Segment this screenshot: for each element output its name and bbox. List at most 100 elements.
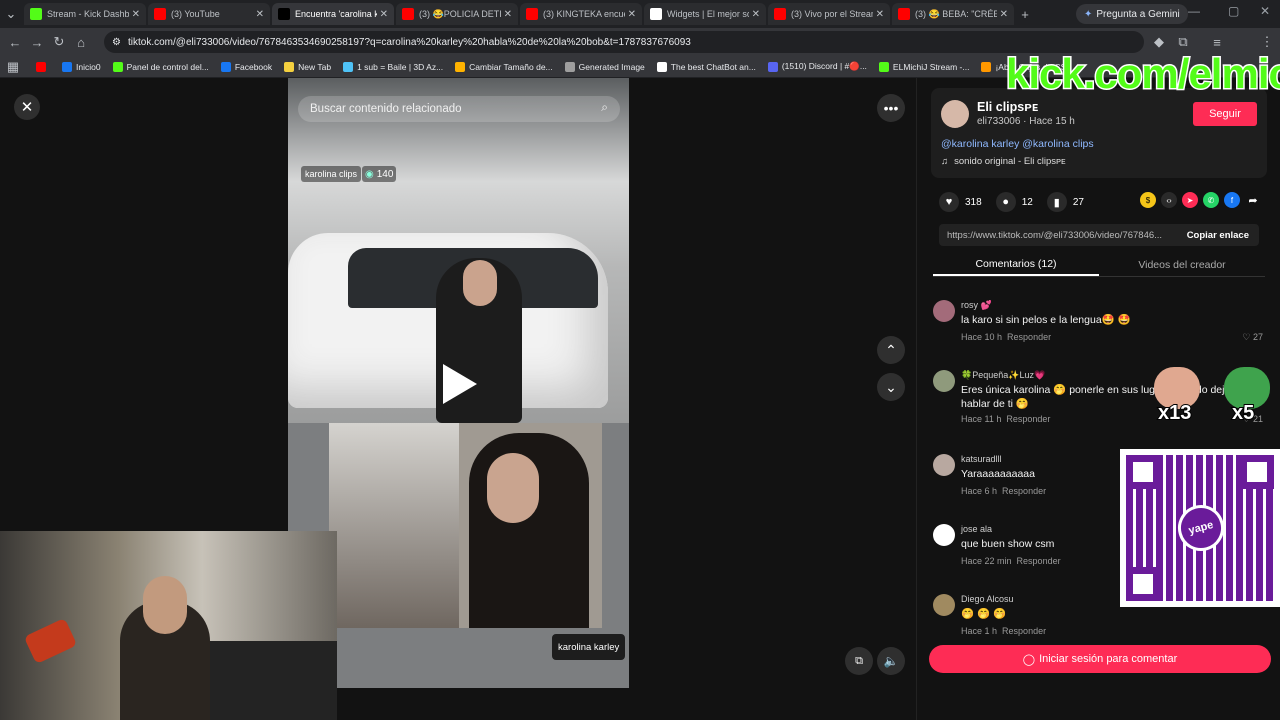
comment-time: Hace 10 h	[961, 332, 1003, 342]
creator-card: Eli clipsᴘᴇ eli733006 · Hace 15 h Seguir…	[931, 88, 1267, 178]
copy-link-button[interactable]: Copiar enlace	[1177, 230, 1259, 241]
bookmark-label: 1 sub = Baile | 3D Az...	[357, 61, 444, 72]
like-button[interactable]: ♥ 318	[939, 192, 982, 212]
bookmark-item[interactable]: Panel de control del...	[112, 61, 209, 72]
minimize-icon[interactable]: —	[1188, 4, 1200, 18]
close-tab-icon[interactable]: ✕	[380, 9, 388, 20]
new-tab-button[interactable]: +	[1014, 3, 1036, 25]
browser-tab[interactable]: (3) 😂 BEBA: "CRÉEME✕	[892, 3, 1014, 25]
video-player[interactable]: Buscar contenido relacionado ⌕ karolina c…	[288, 78, 629, 688]
browser-tab[interactable]: Encuentra 'carolina karley'✕	[272, 3, 394, 25]
browser-tab[interactable]: Stream - Kick Dashboard✕	[24, 3, 146, 25]
pip-button[interactable]: ⧉	[845, 647, 873, 675]
avatar[interactable]	[933, 454, 955, 476]
bookmark-item[interactable]: Generated Image	[564, 61, 645, 72]
login-to-comment-button[interactable]: ◯ Iniciar sesión para comentar	[929, 645, 1271, 673]
avatar[interactable]	[933, 594, 955, 616]
coin-icon[interactable]: $	[1140, 192, 1156, 208]
tag-chip[interactable]: karolina clips	[301, 166, 362, 182]
close-tab-icon[interactable]: ✕	[132, 9, 140, 20]
pip-icon: ⧉	[855, 654, 863, 667]
bookmark-item[interactable]: The best ChatBot an...	[656, 61, 756, 72]
gemini-button[interactable]: ✦ Pregunta a Gemini	[1076, 4, 1188, 24]
browser-tab[interactable]: (3) YouTube ✕	[148, 3, 270, 25]
url-input[interactable]: ⚙ tiktok.com/@eli733006/video/76784635346…	[104, 31, 1144, 53]
close-tab-icon[interactable]: ✕	[752, 9, 760, 20]
follow-button[interactable]: Seguir	[1193, 102, 1257, 126]
close-window-icon[interactable]: ✕	[1260, 4, 1270, 18]
ellipsis-icon: •••	[883, 100, 899, 116]
close-tab-icon[interactable]: ✕	[504, 9, 512, 20]
related-search-input[interactable]: Buscar contenido relacionado ⌕	[298, 96, 620, 122]
avatar[interactable]	[933, 370, 955, 392]
close-tab-icon[interactable]: ✕	[628, 9, 636, 20]
browser-tab[interactable]: (3) Vivo por el Stream ✕	[768, 3, 890, 25]
back-icon[interactable]: ←	[4, 31, 26, 53]
reply-button[interactable]: Responder	[1007, 332, 1051, 342]
share-arrow-icon[interactable]: ➦	[1245, 192, 1261, 208]
creator-handle-time: eli733006 · Hace 15 h	[977, 116, 1075, 127]
bookmark-item[interactable]: New Tab	[284, 61, 331, 72]
comment-text: 🤭 🤭 🤭	[961, 608, 1007, 620]
comment-author[interactable]: Diego Alcosu	[961, 594, 1014, 604]
creator-name[interactable]: Eli clipsᴘᴇ	[977, 100, 1038, 114]
bookmark-favicon-icon	[220, 61, 231, 72]
close-tab-icon[interactable]: ✕	[876, 9, 884, 20]
home-icon[interactable]: ⌂	[70, 31, 92, 53]
bookmark-item[interactable]: 1 sub = Baile | 3D Az...	[343, 61, 443, 72]
apps-grid-icon[interactable]: ▦	[0, 56, 26, 78]
reply-button[interactable]: Responder	[1017, 556, 1061, 566]
avatar[interactable]	[933, 300, 955, 322]
browser-tab[interactable]: (3) 😂POLICIA DETIENE✕	[396, 3, 518, 25]
forward-icon[interactable]: →	[26, 31, 48, 53]
embed-icon[interactable]: ‹›	[1161, 192, 1177, 208]
comment-author[interactable]: 🍀Pequeña✨Luz💗	[961, 370, 1045, 381]
qr-corner-tr	[1240, 455, 1274, 489]
volume-button[interactable]: 🔈	[877, 647, 905, 675]
send-icon[interactable]: ➤	[1182, 192, 1198, 208]
site-info-icon[interactable]: ⚙	[112, 37, 121, 48]
play-icon[interactable]	[443, 364, 477, 404]
close-tab-icon[interactable]: ✕	[1000, 9, 1008, 20]
facebook-icon[interactable]: f	[1224, 192, 1240, 208]
search-icon[interactable]: ⌕	[601, 100, 608, 115]
comment-author[interactable]: jose ala	[961, 524, 992, 534]
tab-comments[interactable]: Comentarios (12)	[933, 253, 1099, 276]
bookmark-item[interactable]	[36, 61, 50, 72]
comment-like-button[interactable]: ♡ 27	[1242, 332, 1263, 343]
close-video-button[interactable]: ✕	[14, 94, 40, 120]
music-note-icon: ♫	[941, 156, 949, 167]
tab-search-icon[interactable]: ⌄	[0, 3, 22, 25]
browser-tab[interactable]: (3) KINGTEKA encuentra✕	[520, 3, 642, 25]
maximize-icon[interactable]: ▢	[1228, 4, 1239, 18]
reply-button[interactable]: Responder	[1002, 486, 1046, 496]
share-link-text[interactable]: https://www.tiktok.com/@eli733006/video/…	[939, 230, 1177, 241]
next-video-button[interactable]: ⌄	[877, 373, 905, 401]
avatar[interactable]	[941, 100, 969, 128]
sound-link[interactable]: ♫ sonido original - Eli clipsᴘᴇ	[941, 156, 1066, 167]
avatar[interactable]	[933, 524, 955, 546]
whatsapp-icon[interactable]: ✆	[1203, 192, 1219, 208]
url-text: tiktok.com/@eli733006/video/767846353469…	[128, 36, 691, 48]
mentions-link[interactable]: @karolina karley @karolina clips	[941, 138, 1094, 150]
browser-tab[interactable]: Widgets | El mejor sonido✕	[644, 3, 766, 25]
previous-video-button[interactable]: ⌃	[877, 336, 905, 364]
comment-author[interactable]: rosy 💕	[961, 300, 992, 311]
reload-icon[interactable]: ↻	[48, 31, 70, 53]
bookmark-item[interactable]: Facebook	[220, 61, 272, 72]
bookmark-item[interactable]: Inicio0	[62, 61, 101, 72]
bookmark-item[interactable]: (1510) Discord | #🔴...	[767, 61, 867, 72]
reply-button[interactable]: Responder	[1006, 414, 1050, 424]
comment-button[interactable]: ● 12	[995, 192, 1033, 212]
search-placeholder: Buscar contenido relacionado	[310, 103, 462, 115]
more-options-button[interactable]: •••	[877, 94, 905, 122]
save-button[interactable]: ▮ 27	[1046, 192, 1084, 212]
widget-icon	[650, 8, 662, 20]
comment-author[interactable]: katsuradlll	[961, 454, 1002, 464]
tab-creator-videos[interactable]: Videos del creador	[1099, 253, 1265, 276]
reply-button[interactable]: Responder	[1002, 626, 1046, 636]
comment-time: Hace 1 h	[961, 626, 998, 636]
bookmark-item[interactable]: ELMichiJ Stream -...	[878, 61, 969, 72]
bookmark-item[interactable]: Cambiar Tamaño de...	[455, 61, 553, 72]
close-tab-icon[interactable]: ✕	[256, 9, 264, 20]
